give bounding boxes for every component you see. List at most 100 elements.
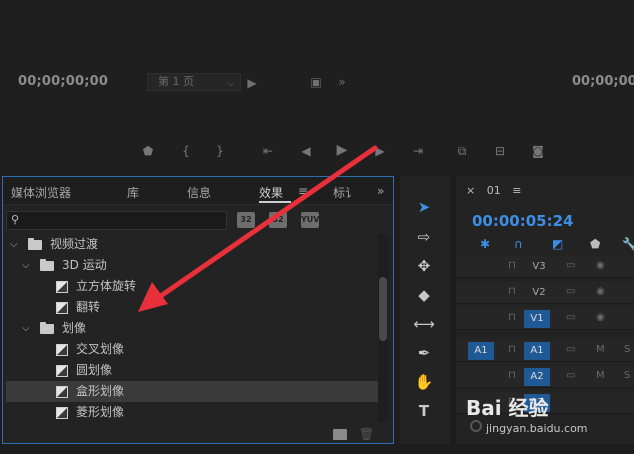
track-row-v1: ⊓ V1 ▭ ◉ xyxy=(456,308,634,330)
menu-icon[interactable]: ≡ xyxy=(512,184,521,197)
slip-tool-icon[interactable]: ⟷ xyxy=(413,313,435,335)
track-label[interactable]: A1 xyxy=(524,342,550,360)
sync-icon[interactable]: ▭ xyxy=(566,312,575,323)
mark-out-icon[interactable]: } xyxy=(212,144,228,158)
hand-tool-icon[interactable]: ✋ xyxy=(413,371,435,393)
mute-toggle[interactable]: M xyxy=(596,370,605,381)
play-icon[interactable]: ▶ xyxy=(334,143,350,157)
duration-timecode: 00;00;00;00 xyxy=(572,74,634,89)
add-marker-icon[interactable]: ⬟ xyxy=(590,237,600,251)
solo-toggle[interactable]: S xyxy=(624,344,630,355)
fast-forward-icon[interactable]: » xyxy=(334,75,350,89)
wrench-icon[interactable]: 🔧 xyxy=(622,237,634,251)
sync-icon[interactable]: ▭ xyxy=(566,370,575,381)
insert-icon[interactable]: ⧉ xyxy=(454,144,470,158)
track-label[interactable]: A2 xyxy=(524,368,550,386)
active-tab-indicator xyxy=(259,201,291,203)
accelerated-effects-icon[interactable]: 32 xyxy=(237,212,255,228)
trash-icon[interactable]: 🗑 xyxy=(359,427,374,441)
snap-icon[interactable]: ∩ xyxy=(514,237,523,251)
tab-effects[interactable]: 效果 xyxy=(259,184,283,201)
tree-label: 立方体旋转 xyxy=(76,279,137,293)
page-select-value: 第 1 页 xyxy=(158,75,194,88)
page-select[interactable]: 第 1 页 ⌵ xyxy=(147,73,241,91)
yuv-effects-icon[interactable]: YUV xyxy=(301,212,319,228)
track-row-v2: ⊓ V2 ▭ ◉ xyxy=(456,282,634,304)
eye-icon[interactable]: ◉ xyxy=(596,286,605,297)
tab-overflow[interactable]: » xyxy=(377,184,384,198)
tree-folder-3d-motion[interactable]: ⌵ 3D 运动 xyxy=(6,255,378,276)
chevron-down-icon[interactable]: ⌵ xyxy=(22,318,30,339)
tree-effect-iris-diamond[interactable]: 菱形划像 xyxy=(6,402,378,423)
step-back-icon[interactable]: ◀ xyxy=(298,144,314,158)
nest-icon[interactable]: ✱ xyxy=(480,237,490,251)
sync-icon[interactable]: ▭ xyxy=(566,260,575,271)
tab-media-browser[interactable]: 媒体浏览器 xyxy=(11,184,71,201)
track-select-tool-icon[interactable]: ⇨ xyxy=(413,226,435,248)
sync-icon[interactable]: ▭ xyxy=(566,344,575,355)
timeline-timecode[interactable]: 00:00:05:24 xyxy=(472,212,574,230)
tree-effect-cube-spin[interactable]: 立方体旋转 xyxy=(6,276,378,297)
pen-tool-icon[interactable]: ✒ xyxy=(413,342,435,364)
effects-search-input[interactable]: ⚲ xyxy=(6,211,227,230)
step-forward-icon[interactable]: ▶ xyxy=(372,144,388,158)
tab-libraries[interactable]: 库 xyxy=(127,184,139,201)
eye-icon[interactable]: ◉ xyxy=(596,312,605,323)
track-label[interactable]: V1 xyxy=(524,310,550,328)
lock-icon[interactable]: ⊓ xyxy=(508,370,516,381)
chevron-down-icon: ⌵ xyxy=(227,79,234,89)
tree-effect-iris-box[interactable]: 盒形划像 xyxy=(6,381,378,402)
panel-tabs: 媒体浏览器 库 信息 效果 ≡ 标讠 » xyxy=(3,177,393,205)
zoom-handle-icon[interactable] xyxy=(470,420,482,432)
track-row-v3: ⊓ V3 ▭ ◉ xyxy=(456,256,634,278)
sequence-name: 01 xyxy=(486,184,501,197)
lock-icon[interactable]: ⊓ xyxy=(508,260,516,271)
tree-label: 3D 运动 xyxy=(62,258,107,272)
folder-icon xyxy=(40,259,54,271)
lock-icon[interactable]: ⊓ xyxy=(508,286,516,297)
folder-icon xyxy=(40,322,54,334)
tree-label: 视频过渡 xyxy=(50,237,99,251)
playhead-timecode[interactable]: 00;00;00;00 xyxy=(18,74,108,89)
track-label[interactable]: V2 xyxy=(526,284,552,302)
watermark-url: jingyan.baidu.com xyxy=(486,422,588,435)
chevron-down-icon[interactable]: ⌵ xyxy=(22,255,30,276)
tree-effect-iris-round[interactable]: 圆划像 xyxy=(6,360,378,381)
mark-in-icon[interactable]: { xyxy=(178,144,194,158)
go-to-in-icon[interactable]: ⇤ xyxy=(260,144,276,158)
tab-info[interactable]: 信息 xyxy=(187,184,211,201)
close-icon[interactable]: × xyxy=(466,184,475,197)
add-marker-icon[interactable]: ⬟ xyxy=(140,144,156,158)
program-monitor: 00;00;00;00 第 1 页 ⌵ ▶ ▣ » 00;00;00;00 ⬟ … xyxy=(0,0,634,176)
save-icon[interactable]: ▣ xyxy=(308,75,324,89)
tree-effect-flip[interactable]: 翻转 xyxy=(6,297,378,318)
camera-icon[interactable]: ◙ xyxy=(530,144,546,158)
source-patch[interactable]: A1 xyxy=(468,342,494,360)
sequence-tab[interactable]: × 01 ≡ xyxy=(466,184,521,197)
linked-selection-icon[interactable]: ◩ xyxy=(552,237,563,251)
chevron-down-icon[interactable]: ⌵ xyxy=(10,234,18,255)
eye-icon[interactable]: ◉ xyxy=(596,260,605,271)
sync-icon[interactable]: ▭ xyxy=(566,286,575,297)
tab-markers[interactable]: 标讠 xyxy=(333,184,357,201)
lock-icon[interactable]: ⊓ xyxy=(508,312,516,323)
tree-label: 盒形划像 xyxy=(76,384,125,398)
go-to-out-icon[interactable]: ⇥ xyxy=(410,144,426,158)
razor-tool-icon[interactable]: ◆ xyxy=(413,284,435,306)
32bit-effects-icon[interactable]: 32 xyxy=(269,212,287,228)
track-label[interactable]: V3 xyxy=(526,258,552,276)
ripple-edit-tool-icon[interactable]: ✥ xyxy=(413,255,435,277)
tree-folder-iris[interactable]: ⌵ 划像 xyxy=(6,318,378,339)
type-tool-icon[interactable]: T xyxy=(413,400,435,422)
overwrite-icon[interactable]: ⊟ xyxy=(492,144,508,158)
mute-toggle[interactable]: M xyxy=(596,344,605,355)
selection-tool-icon[interactable]: ➤ xyxy=(413,196,435,218)
tree-effect-iris-cross[interactable]: 交叉划像 xyxy=(6,339,378,360)
tree-folder-video-transitions[interactable]: ⌵ 视频过渡 xyxy=(6,234,378,255)
solo-toggle[interactable]: S xyxy=(624,370,630,381)
lock-icon[interactable]: ⊓ xyxy=(508,344,516,355)
play-small-icon[interactable]: ▶ xyxy=(244,76,260,90)
new-folder-icon[interactable] xyxy=(333,429,347,440)
tab-menu-icon[interactable]: ≡ xyxy=(298,184,308,198)
tree-scrollbar-thumb[interactable] xyxy=(379,277,387,341)
